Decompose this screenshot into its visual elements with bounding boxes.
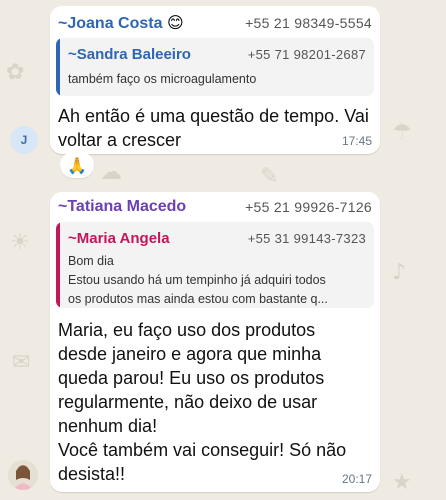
sender-name[interactable]: ~Tatiana Macedo	[58, 198, 186, 216]
message-time: 20:17	[341, 472, 372, 486]
message-line: Você também vai conseguir! Só não	[58, 440, 347, 460]
quote-sender-phone: +55 31 99143-7323	[247, 231, 366, 246]
sender-name-text: ~Joana Costa	[58, 15, 163, 32]
sender-avatar[interactable]: J	[10, 126, 38, 154]
message-line: Ah então é uma questão de tempo. Vai	[58, 106, 369, 126]
wallpaper-doodle-icon: ✉	[12, 350, 31, 375]
quote-accent-bar	[56, 222, 60, 308]
quote-sender-name: ~Maria Angela	[68, 230, 170, 247]
message-bubble[interactable]: ~Joana Costa 😊 +55 21 98349-5554 ~Sandra…	[50, 6, 380, 154]
wallpaper-doodle-icon: ☂	[392, 120, 412, 145]
quote-header: ~Sandra Baleeiro +55 71 98201-2687	[68, 46, 366, 63]
sender-name[interactable]: ~Joana Costa 😊	[58, 13, 184, 33]
quote-line: Estou usando há um tempinho já adquiri t…	[68, 273, 326, 287]
wallpaper-doodle-icon: ☁	[100, 160, 122, 185]
message-line: regularmente, não deixo de usar	[58, 392, 318, 412]
sender-row: ~Tatiana Macedo +55 21 99926-7126	[58, 196, 372, 218]
message-line: Maria, eu faço uso dos produtos	[58, 320, 316, 340]
quote-sender-name: ~Sandra Baleeiro	[68, 46, 191, 63]
message-line: desista!!	[58, 464, 126, 484]
quote-text: Bom dia Estou usando há um tempinho já a…	[68, 252, 328, 308]
message-line: voltar a crescer	[58, 130, 182, 150]
quote-header: ~Maria Angela +55 31 99143-7323	[68, 230, 366, 247]
reaction-badge[interactable]: 🙏	[60, 152, 94, 178]
message-text: Maria, eu faço uso dos produtos desde ja…	[58, 318, 346, 486]
profile-photo-icon	[8, 460, 38, 490]
wallpaper-doodle-icon: ✿	[6, 60, 25, 85]
quote-line: os produtos mas ainda estou com bastante…	[68, 292, 328, 306]
wallpaper-doodle-icon: ✎	[260, 164, 279, 189]
wallpaper-doodle-icon: ♪	[392, 260, 407, 285]
message-line: queda parou! Eu uso os produtos	[58, 368, 325, 388]
message-line: nenhum dia!	[58, 416, 158, 436]
praying-hands-icon: 🙏	[67, 155, 87, 175]
message-time: 17:45	[341, 134, 372, 148]
sender-phone: +55 21 98349-5554	[245, 15, 372, 31]
message-text: Ah então é uma questão de tempo. Vai vol…	[58, 104, 369, 152]
quoted-message[interactable]: ~Maria Angela +55 31 99143-7323 Bom dia …	[56, 222, 374, 308]
quote-text: também faço os microagulamento	[68, 72, 257, 86]
quote-accent-bar	[56, 38, 60, 96]
sender-row: ~Joana Costa 😊 +55 21 98349-5554	[58, 12, 372, 34]
sender-avatar-photo[interactable]	[8, 460, 38, 490]
smiley-emoji-icon: 😊	[166, 13, 184, 32]
message-line: desde janeiro e agora que minha	[58, 344, 322, 364]
message-bubble[interactable]: ~Tatiana Macedo +55 21 99926-7126 ~Maria…	[50, 192, 380, 492]
wallpaper-doodle-icon: ☀	[10, 230, 30, 255]
quote-line: Bom dia	[68, 254, 114, 268]
sender-phone: +55 21 99926-7126	[245, 199, 372, 215]
wallpaper-doodle-icon: ★	[392, 470, 412, 495]
quote-sender-phone: +55 71 98201-2687	[247, 47, 366, 62]
quoted-message[interactable]: ~Sandra Baleeiro +55 71 98201-2687 també…	[56, 38, 374, 96]
